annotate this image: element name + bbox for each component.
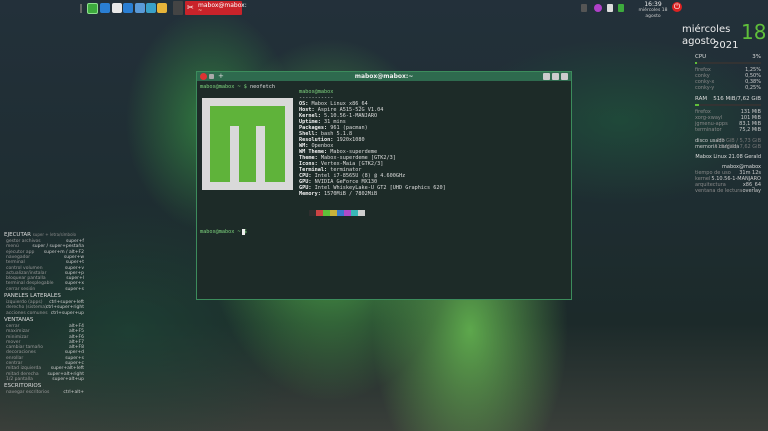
ram-value: 516 MiB/7,62 GiB (713, 96, 761, 102)
terminal-titlebar[interactable]: + mabox@mabox:~ (197, 72, 571, 81)
app-tray-icon[interactable] (594, 4, 602, 12)
mabox-menu-icon[interactable] (87, 3, 98, 14)
terminal-window[interactable]: + mabox@mabox:~ mabox@mabox ~ $ neofetch… (196, 71, 572, 300)
wm-row: ventana de lectura overlay (695, 188, 761, 194)
keybind-row: cerrar sesión super+s (6, 286, 84, 292)
keybind-row: decoraciones super+d (6, 350, 84, 356)
browser-icon[interactable] (123, 3, 133, 13)
palette-swatch (358, 210, 365, 216)
top-panel: ✂ mabox@mabox: ~ 16:39 miércoles 18 agos… (0, 0, 768, 20)
keybind-section-title: VENTANAS (4, 316, 34, 323)
keybind-row: mitad izquierda super+alt+left (6, 366, 84, 372)
color-palette (309, 210, 365, 216)
power-icon[interactable]: ⏻ (672, 2, 682, 12)
keybind-row: minimizar alt+F6 (6, 334, 84, 340)
mail-icon[interactable] (135, 3, 145, 13)
clock[interactable]: 16:39 miércoles 18 agosto (631, 1, 675, 20)
file-manager-icon[interactable] (100, 3, 110, 13)
ram-bar (695, 104, 761, 106)
year: 2021 (713, 40, 739, 51)
keybind-row: 1/2 pantalla super+alt+up (6, 376, 84, 382)
text-cursor (242, 229, 245, 235)
keybind-row: derecho (sistema) ctrl+super+right (6, 305, 84, 311)
keybind-row: menú super / super+pestaña (6, 244, 84, 250)
memory-process-row: terminator 75,2 MiB (695, 127, 761, 133)
minimize-button[interactable] (543, 73, 550, 80)
os-line: Mabox Linux 21.08 Gerald (695, 154, 761, 160)
memory-load-row: memoria cargada 516 MiB / 7,62 GiB (695, 144, 761, 150)
battery-icon[interactable] (618, 4, 624, 12)
cpu-process-row: conky-y 0,25% (695, 85, 761, 91)
palette-swatch (323, 210, 330, 216)
keybind-section-title: EJECUTAR super + letra/símbolo (4, 232, 77, 238)
image-viewer-icon[interactable] (146, 3, 156, 13)
keybind-row: ejecutor app super+m / alt+F2 (6, 249, 84, 255)
keybind-row: terminal super+t (6, 260, 84, 266)
wifi-icon[interactable] (607, 4, 613, 12)
cpu-bar (695, 62, 761, 64)
clock-time: 16:39 (644, 1, 662, 8)
keybind-row: maximizar alt+F5 (6, 329, 84, 335)
task-subtitle: ~ (198, 8, 203, 14)
keybind-row: enrollar super+s (6, 355, 84, 361)
neofetch-info-line: Memory: 1570MiB / 7802MiB (299, 191, 378, 197)
workspace-indicator-icon[interactable] (581, 4, 587, 12)
panel-separator (80, 4, 82, 13)
month-name: agosto (682, 36, 716, 47)
keybind-row: control volumen super+v (6, 265, 84, 271)
terminal-icon: ✂ (187, 3, 194, 12)
cpu-label: CPU (695, 54, 707, 60)
keybind-row: terminal desplegable super+x (6, 281, 84, 287)
palette-swatch (337, 210, 344, 216)
palette-swatch (316, 210, 323, 216)
text-editor-icon[interactable] (112, 3, 122, 13)
close-button[interactable] (561, 73, 568, 80)
taskbar-item-terminal[interactable]: ✂ mabox@mabox: ~ (185, 1, 247, 15)
keybind-row: mitad derecha super+alt+right (6, 371, 84, 377)
clock-date: miércoles 18 agosto (638, 8, 668, 19)
keybind-row: navegar escritorios ctrl+alt+ (6, 390, 84, 396)
task-title: mabox@mabox: (198, 2, 247, 9)
keybind-row: acciones comunes ctrl+super+up (6, 310, 84, 316)
palette-swatch (344, 210, 351, 216)
mabox-logo (202, 98, 293, 190)
day-number: 18 (741, 20, 767, 44)
palette-swatch (330, 210, 337, 216)
palette-swatch (351, 210, 358, 216)
keybind-section-title: PANELES LATERALES (4, 293, 61, 299)
keybind-section-title: ESCRITORIOS (4, 383, 42, 390)
show-desktop-button[interactable] (173, 1, 183, 15)
prompt-line: mabox@mabox ~ $ (200, 229, 247, 235)
notes-icon[interactable] (157, 3, 167, 13)
maximize-button[interactable] (552, 73, 559, 80)
day-name: miércoles (682, 24, 731, 35)
ram-label: RAM (695, 96, 708, 102)
cpu-value: 3% (752, 54, 761, 60)
palette-swatch (309, 210, 316, 216)
command-line: mabox@mabox ~ $ neofetch (200, 84, 275, 90)
window-title: mabox@mabox:~ (354, 73, 414, 80)
